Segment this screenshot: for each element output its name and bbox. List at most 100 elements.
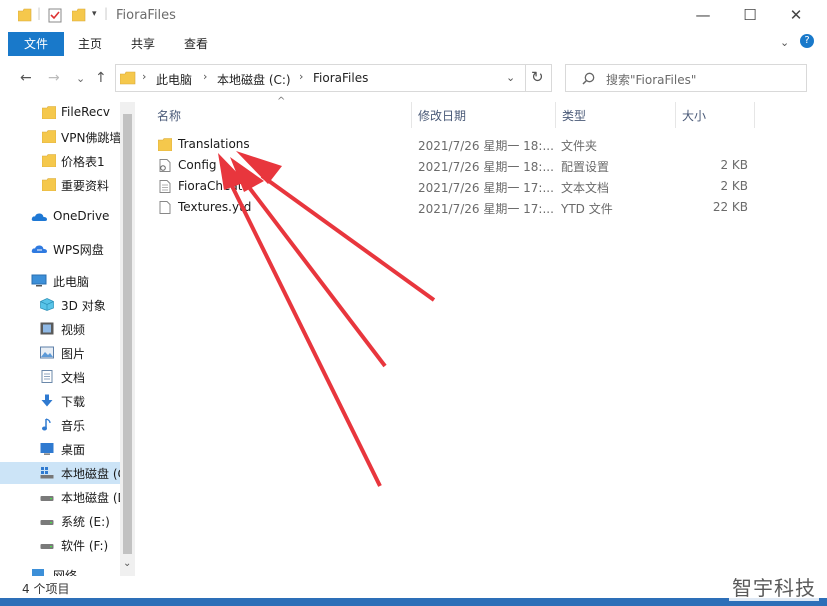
file-size: 22 KB: [712, 200, 748, 214]
expand-ribbon-icon[interactable]: ⌄: [780, 36, 789, 49]
forward-button[interactable]: →: [48, 70, 60, 86]
recent-locations-button[interactable]: ⌄: [76, 72, 85, 85]
video-icon: [40, 322, 54, 335]
file-type: YTD 文件: [561, 202, 613, 216]
explorer-window: | ▾ | FioraFiles — ☐ ✕ 文件 主页 共享 查看 ⌄ ? ←…: [0, 0, 827, 606]
ribbon-tabs: 文件 主页 共享 查看 ⌄ ?: [0, 32, 827, 56]
sidebar-item-documents[interactable]: 文档: [0, 366, 120, 388]
arrow-3: [230, 185, 382, 487]
file-size: 2 KB: [720, 158, 748, 172]
pictures-icon: [40, 346, 54, 359]
file-date: 2021/7/26 星期一 18:...: [418, 139, 554, 153]
sidebar-item-pictures[interactable]: 图片: [0, 342, 120, 364]
scrollbar-thumb[interactable]: [123, 114, 132, 554]
network-icon: [32, 569, 44, 576]
sidebar-item-music[interactable]: 音乐: [0, 414, 120, 436]
navigation-pane: FileRecv VPN佛跳墙 价格表1 重要资料 OneDrive WPS网盘…: [0, 102, 120, 576]
file-type: 文本文档: [561, 181, 610, 195]
sidebar-item-drive-e[interactable]: 系统 (E:): [0, 510, 120, 532]
refresh-icon[interactable]: ↻: [531, 68, 544, 86]
address-dropdown-icon[interactable]: ⌄: [506, 71, 515, 84]
sidebar-item-price-list[interactable]: 价格表1: [0, 150, 120, 172]
scroll-down-icon[interactable]: ⌄: [123, 558, 131, 569]
file-row-translations[interactable]: Translations 2021/7/26 星期一 18:... 文件夹: [150, 134, 770, 155]
3d-objects-icon: [40, 298, 54, 311]
sidebar-item-drive-c[interactable]: 本地磁盘 (C:): [0, 462, 120, 484]
file-name: Translations: [178, 137, 250, 151]
desktop-icon: [40, 443, 54, 455]
file-type: 配置设置: [561, 160, 610, 174]
file-name: FioraCheat: [178, 179, 243, 193]
close-button[interactable]: ✕: [773, 0, 819, 32]
address-bar[interactable]: › 此电脑 › 本地磁盘 (C:) › FioraFiles ⌄ ↻: [115, 64, 552, 92]
search-input[interactable]: 搜索"FioraFiles": [565, 64, 807, 92]
properties-icon[interactable]: [48, 8, 62, 23]
sidebar-item-network[interactable]: 网络: [0, 564, 120, 576]
folder-icon: [42, 130, 56, 143]
breadcrumb-this-pc[interactable]: 此电脑: [156, 71, 192, 88]
onedrive-icon: [31, 213, 47, 221]
sidebar-item-drive-d[interactable]: 本地磁盘 (D:): [0, 486, 120, 508]
sidebar-item-onedrive[interactable]: OneDrive: [0, 206, 120, 228]
breadcrumb-drive-c[interactable]: 本地磁盘 (C:): [217, 71, 291, 88]
sidebar-scrollbar[interactable]: ⌄: [120, 102, 135, 576]
sidebar-item-drive-f[interactable]: 软件 (F:): [0, 534, 120, 556]
breadcrumb-fiorafiles[interactable]: FioraFiles: [313, 71, 368, 85]
folder-icon: [18, 8, 32, 22]
minimize-button[interactable]: —: [680, 0, 726, 32]
tab-home[interactable]: 主页: [66, 32, 114, 56]
file-date: 2021/7/26 星期一 18:...: [418, 160, 554, 174]
maximize-button[interactable]: ☐: [727, 0, 773, 32]
customize-toolbar-icon[interactable]: ▾: [92, 9, 97, 19]
file-row-config[interactable]: Config 2021/7/26 星期一 18:... 配置设置 2 KB: [150, 155, 770, 176]
tab-file[interactable]: 文件: [8, 32, 64, 56]
file-row-fioracheat[interactable]: FioraCheat 2021/7/26 星期一 17:... 文本文档 2 K…: [150, 176, 770, 197]
sidebar-item-important[interactable]: 重要资料: [0, 174, 120, 196]
up-button[interactable]: ↑: [95, 70, 107, 86]
tab-share[interactable]: 共享: [118, 32, 168, 56]
folder-icon: [42, 154, 56, 167]
column-header-date[interactable]: 修改日期: [418, 107, 466, 124]
column-header-name[interactable]: 名称: [157, 107, 181, 124]
breadcrumb-separator: ›: [299, 70, 304, 83]
sidebar-item-vpn[interactable]: VPN佛跳墙: [0, 126, 120, 148]
folder-icon: [42, 178, 56, 191]
file-date: 2021/7/26 星期一 17:...: [418, 202, 554, 216]
sidebar-item-downloads[interactable]: 下载: [0, 390, 120, 412]
download-icon: [41, 394, 53, 407]
sidebar-item-3d-objects[interactable]: 3D 对象: [0, 294, 120, 316]
config-file-icon: [159, 159, 171, 172]
drive-icon: [40, 544, 54, 549]
search-placeholder: 搜索"FioraFiles": [606, 73, 697, 87]
window-title: FioraFiles: [116, 8, 176, 23]
title-bar: | ▾ | FioraFiles — ☐ ✕: [0, 0, 827, 32]
sidebar-item-videos[interactable]: 视频: [0, 318, 120, 340]
column-header-type[interactable]: 类型: [562, 107, 586, 124]
folder-icon: [42, 106, 56, 119]
new-folder-icon[interactable]: [72, 8, 86, 22]
documents-icon: [41, 370, 53, 383]
computer-icon: [31, 274, 47, 287]
tab-view[interactable]: 查看: [172, 32, 220, 56]
music-icon: [42, 418, 51, 431]
folder-icon: [158, 138, 172, 151]
sidebar-item-desktop[interactable]: 桌面: [0, 438, 120, 460]
drive-c-icon: [40, 467, 54, 479]
file-type: 文件夹: [561, 139, 598, 153]
sort-ascending-icon: ^: [277, 96, 286, 107]
help-icon[interactable]: ?: [800, 34, 814, 48]
file-row-textures[interactable]: Textures.ytd 2021/7/26 星期一 17:... YTD 文件…: [150, 197, 770, 218]
column-header-size[interactable]: 大小: [682, 107, 706, 124]
file-name: Config: [178, 158, 217, 172]
drive-icon: [40, 496, 54, 501]
text-file-icon: [159, 180, 171, 193]
breadcrumb-separator: ›: [142, 70, 147, 83]
item-count: 4 个项目: [22, 582, 70, 596]
status-bar: 4 个项目: [0, 576, 827, 598]
sidebar-item-this-pc[interactable]: 此电脑: [0, 270, 120, 292]
back-button[interactable]: ←: [20, 70, 32, 86]
drive-icon: [40, 520, 54, 525]
folder-icon: [120, 71, 136, 85]
sidebar-item-wps-cloud[interactable]: WPS网盘: [0, 238, 120, 260]
sidebar-item-filerecv[interactable]: FileRecv: [0, 102, 120, 124]
